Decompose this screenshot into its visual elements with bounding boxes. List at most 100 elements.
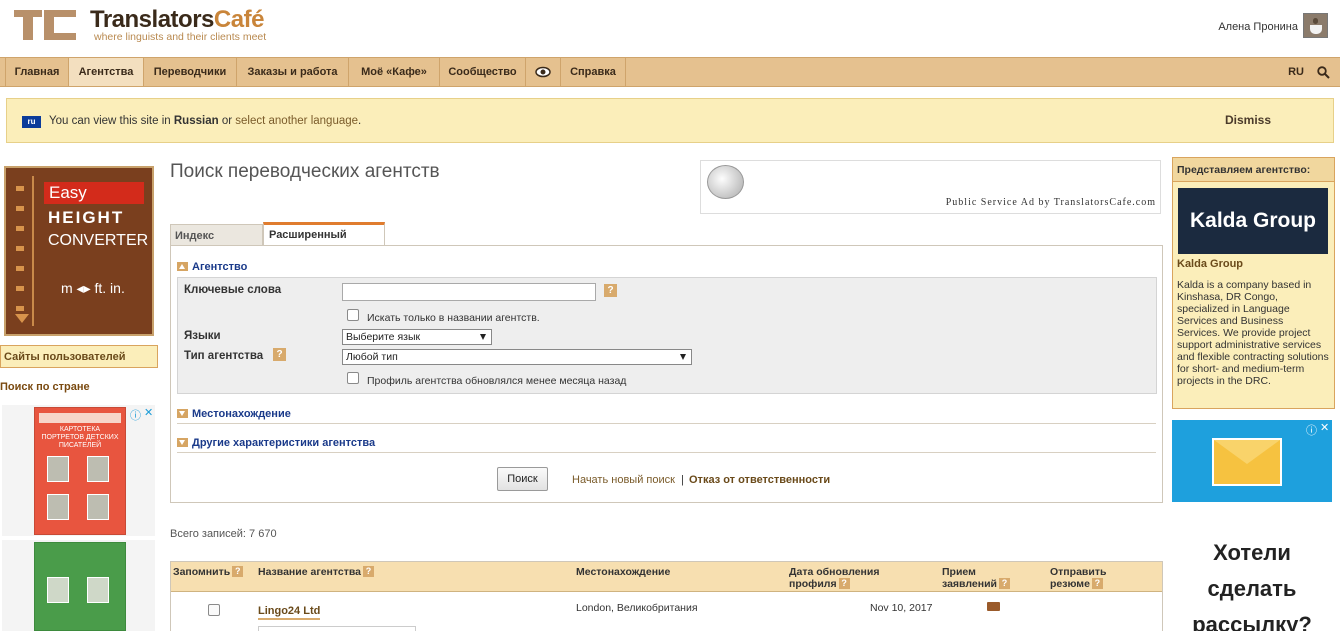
select-language-link[interactable]: select another language bbox=[235, 115, 358, 127]
col-accepting[interactable]: Прием заявлений? bbox=[942, 566, 1010, 590]
languages-select[interactable]: Выберите язык bbox=[342, 329, 492, 345]
col-send-resume[interactable]: Отправить резюме? bbox=[1050, 566, 1106, 590]
col-agency-name[interactable]: Название агентства? bbox=[258, 566, 375, 578]
nav-watch[interactable] bbox=[526, 58, 561, 86]
col-updated[interactable]: Дата обновления профиля? bbox=[789, 566, 880, 590]
book-cover-image-2 bbox=[34, 542, 126, 631]
user-avatar[interactable] bbox=[1303, 13, 1328, 38]
recent-profile-checkbox[interactable] bbox=[347, 372, 359, 384]
keywords-input[interactable] bbox=[342, 283, 596, 301]
nav-my-cafe[interactable]: Моё «Кафе» bbox=[349, 58, 440, 86]
dismiss-button[interactable]: Dismiss bbox=[1225, 113, 1271, 127]
dropdown-arrow-icon bbox=[480, 334, 486, 340]
ruler-graphic bbox=[12, 176, 34, 326]
expand-icon bbox=[177, 438, 188, 447]
ad-converter-label: CONVERTER bbox=[48, 232, 149, 249]
nav-jobs[interactable]: Заказы и работа bbox=[237, 58, 349, 86]
divider bbox=[177, 452, 1156, 453]
coffee-cup-icon bbox=[1310, 25, 1322, 34]
arrow-down-icon bbox=[15, 314, 29, 323]
help-icon[interactable]: ? bbox=[1091, 578, 1103, 589]
nav-home[interactable]: Главная bbox=[5, 58, 69, 86]
featured-agency-description: Kalda is a company based in Kinshasa, DR… bbox=[1177, 279, 1329, 387]
new-search-link[interactable]: Начать новый поиск bbox=[572, 474, 675, 486]
featured-title: Представляем агентство: bbox=[1173, 158, 1334, 182]
site-header: TranslatorsCafé where linguists and thei… bbox=[0, 0, 1340, 57]
tab-index[interactable]: Индекс bbox=[170, 224, 263, 246]
tab-advanced[interactable]: Расширенный bbox=[263, 222, 385, 246]
briefcase-icon[interactable] bbox=[987, 602, 1000, 611]
expand-icon bbox=[177, 409, 188, 418]
help-icon[interactable]: ? bbox=[838, 578, 850, 589]
book-ad-2[interactable] bbox=[2, 540, 155, 631]
languages-label: Языки bbox=[184, 330, 221, 342]
envelope-icon bbox=[1212, 438, 1282, 486]
ad-close-icon[interactable]: ✕ bbox=[144, 406, 153, 419]
language-notice: ru You can view this site in Russian or … bbox=[6, 98, 1334, 143]
results-header: Запомнить? Название агентства? Местонахо… bbox=[171, 562, 1162, 592]
collapse-icon bbox=[177, 262, 188, 271]
brand-tagline: where linguists and their clients meet bbox=[94, 31, 267, 43]
book-ad[interactable]: КАРТОТЕКА ПОРТРЕТОВ ДЕТСКИХ ПИСАТЕЛЕЙ ⓘ … bbox=[2, 405, 155, 536]
ad-info-icon[interactable]: ⓘ bbox=[130, 407, 141, 423]
height-converter-ad[interactable]: Easy HEIGHT CONVERTER m ◂▸ ft. in. bbox=[4, 166, 154, 336]
agency-location: London, Великобритания bbox=[576, 602, 698, 614]
ad-info-icon[interactable]: ⓘ bbox=[1306, 422, 1317, 438]
main-nav: Главная Агентства Переводчики Заказы и р… bbox=[0, 57, 1340, 87]
help-icon[interactable]: ? bbox=[363, 566, 375, 577]
search-icon[interactable] bbox=[1317, 66, 1330, 79]
agency-name-link[interactable]: Lingo24 Ltd bbox=[258, 605, 321, 620]
separator: | bbox=[681, 474, 684, 486]
help-icon[interactable]: ? bbox=[273, 348, 286, 361]
total-records: Всего записей: 7 670 bbox=[170, 528, 277, 540]
help-icon[interactable]: ? bbox=[999, 578, 1010, 589]
language-switch[interactable]: RU bbox=[1288, 58, 1304, 86]
total-count: 7 670 bbox=[249, 528, 277, 540]
russian-flag-icon: ru bbox=[22, 116, 41, 128]
notice-text: You can view this site in Russian or sel… bbox=[49, 115, 362, 127]
col-remember[interactable]: Запомнить? bbox=[173, 566, 244, 578]
coffee-steam-icon bbox=[1313, 18, 1318, 24]
section-agency-toggle[interactable]: Агентство bbox=[177, 261, 247, 273]
agency-type-select[interactable]: Любой тип bbox=[342, 349, 692, 365]
search-button[interactable]: Поиск bbox=[497, 467, 548, 491]
nav-translators[interactable]: Переводчики bbox=[144, 58, 237, 86]
public-service-ad[interactable]: Public Service Ad by TranslatorsCafe.com bbox=[700, 160, 1161, 214]
wikipedia-globe-icon bbox=[707, 165, 744, 199]
section-location-toggle[interactable]: Местонахождение bbox=[177, 408, 291, 420]
featured-agency-name[interactable]: Kalda Group bbox=[1177, 258, 1243, 270]
ad-close-icon[interactable]: ✕ bbox=[1320, 421, 1329, 434]
remember-checkbox[interactable] bbox=[208, 604, 220, 616]
name-only-label: Искать только в названии агентств. bbox=[367, 312, 540, 324]
eye-icon bbox=[535, 66, 551, 78]
mailing-promo-ad[interactable]: ⓘ ✕ bbox=[1172, 420, 1332, 502]
ad-height-label: HEIGHT bbox=[48, 208, 125, 227]
nav-help[interactable]: Справка bbox=[561, 58, 626, 86]
translatorscafe-logo[interactable] bbox=[14, 10, 76, 40]
dropdown-arrow-icon bbox=[680, 354, 686, 360]
user-sites-link[interactable]: Сайты пользователей bbox=[0, 345, 158, 368]
nav-agencies[interactable]: Агентства bbox=[69, 58, 144, 86]
disclaimer-link[interactable]: Отказ от ответственности bbox=[689, 474, 830, 486]
advanced-search-form: Агентство Ключевые слова ? Искать только… bbox=[170, 245, 1163, 503]
mailing-promo-text-box[interactable]: Хотели сделать рассылку? bbox=[1172, 505, 1332, 631]
user-name[interactable]: Алена Пронина bbox=[1218, 21, 1298, 33]
col-location[interactable]: Местонахождение bbox=[576, 566, 670, 578]
mailing-promo-text: Хотели сделать рассылку? bbox=[1192, 540, 1312, 631]
page-title: Поиск переводческих агентств bbox=[170, 161, 440, 182]
help-icon[interactable]: ? bbox=[232, 566, 244, 577]
kalda-group-logo[interactable]: Kalda Group bbox=[1178, 188, 1328, 254]
ad-units-label: m ◂▸ ft. in. bbox=[61, 280, 125, 296]
country-search-link[interactable]: Поиск по стране bbox=[0, 381, 90, 393]
recent-profile-label: Профиль агентства обновлялся менее месяц… bbox=[367, 375, 627, 387]
featured-agency: Представляем агентство: Kalda Group Kald… bbox=[1172, 157, 1335, 409]
agency-updated-date: Nov 10, 2017 bbox=[870, 602, 933, 614]
nav-community[interactable]: Сообщество bbox=[440, 58, 526, 86]
help-icon[interactable]: ? bbox=[604, 284, 617, 297]
name-only-checkbox[interactable] bbox=[347, 309, 359, 321]
divider bbox=[177, 423, 1156, 424]
brand-name[interactable]: TranslatorsCafé bbox=[90, 6, 264, 34]
section-other-toggle[interactable]: Другие характеристики агентства bbox=[177, 437, 375, 449]
agency-panel: Ключевые слова ? Искать только в названи… bbox=[177, 277, 1157, 394]
russian-link[interactable]: Russian bbox=[174, 115, 219, 127]
